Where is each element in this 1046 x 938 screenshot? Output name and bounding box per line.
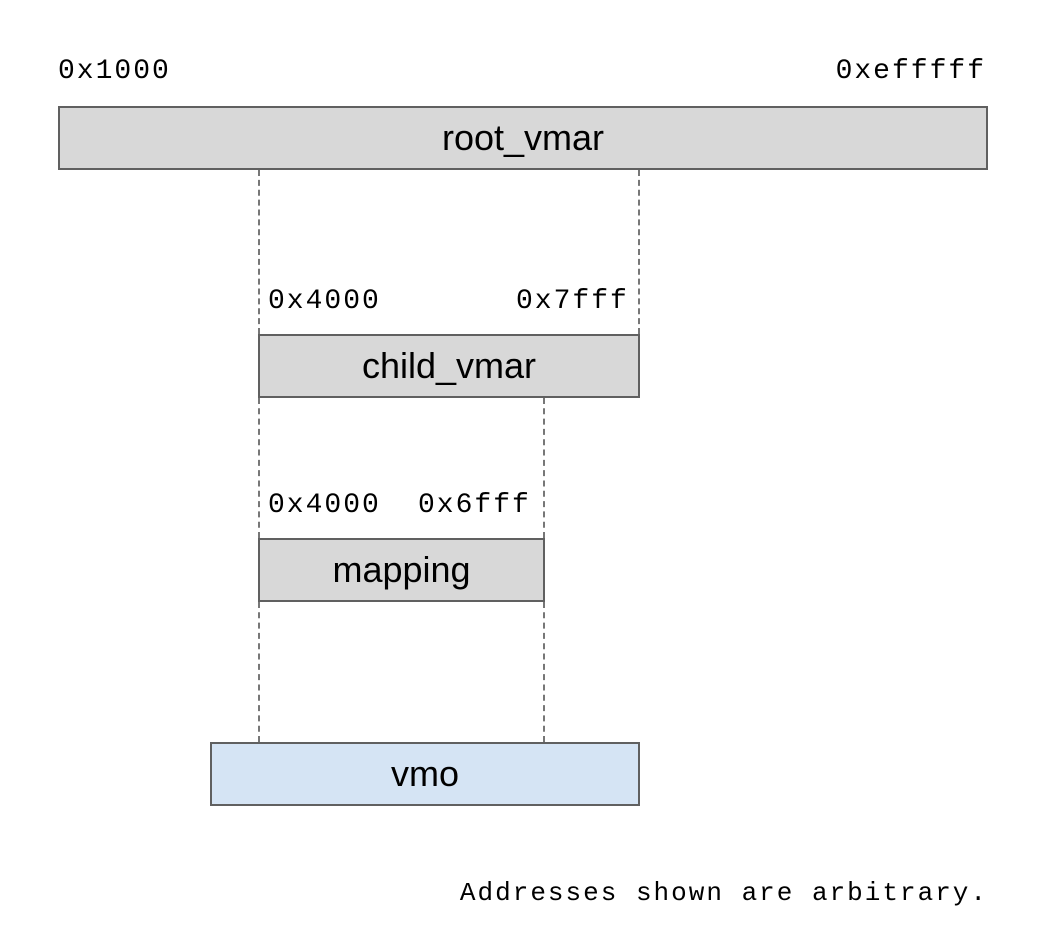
child-vmar-start-addr: 0x4000 [268,286,381,317]
mapping-end-addr: 0x6fff [418,490,531,521]
vmo-label: vmo [391,753,459,795]
footnote-text: Addresses shown are arbitrary. [460,878,988,908]
mapping-label: mapping [332,549,470,591]
child-vmar-end-addr: 0x7fff [516,286,629,317]
child-vmar-box: child_vmar [258,334,640,398]
dash-line [258,602,260,742]
root-vmar-box: root_vmar [58,106,988,170]
mapping-start-addr: 0x4000 [268,490,381,521]
child-vmar-label: child_vmar [362,345,536,387]
dash-line [258,398,260,538]
dash-line [258,170,260,334]
dash-line [543,398,545,538]
root-vmar-start-addr: 0x1000 [58,56,171,87]
dash-line [638,170,640,334]
vmar-diagram: 0x1000 0xefffff root_vmar 0x4000 0x7fff … [0,0,1046,938]
root-vmar-end-addr: 0xefffff [836,56,986,87]
mapping-box: mapping [258,538,545,602]
root-vmar-label: root_vmar [442,117,604,159]
vmo-box: vmo [210,742,640,806]
dash-line [543,602,545,742]
